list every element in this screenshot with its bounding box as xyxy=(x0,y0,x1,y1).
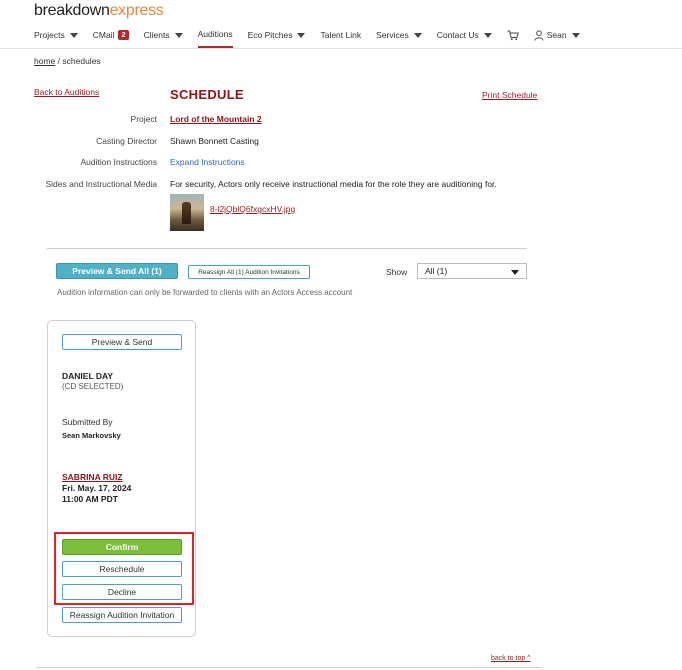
back-to-top-link[interactable]: back to top ^ xyxy=(491,655,530,662)
page-title: SCHEDULE xyxy=(170,87,244,102)
nav-contact-us-label: Contact Us xyxy=(436,30,479,40)
media-file-link[interactable]: 8-l2jQblQ6fxgcxHV.jpg xyxy=(210,204,295,214)
sides-media-note: For security, Actors only receive instru… xyxy=(170,179,497,189)
nav-services[interactable]: Services xyxy=(376,28,422,42)
header-divider xyxy=(0,48,682,49)
appointment-date: Fri. May. 17, 2024 xyxy=(62,483,132,493)
nav-auditions-label: Auditions xyxy=(197,28,233,39)
nav-talent-link-label: Talent Link xyxy=(320,30,362,40)
appointment-time: 11:00 AM PDT xyxy=(62,494,118,504)
nav-contact-us[interactable]: Contact Us xyxy=(437,28,492,42)
show-filter-value: All (1) xyxy=(425,266,448,276)
chevron-down-icon xyxy=(174,32,183,38)
section-divider xyxy=(47,248,527,249)
nav-user-label: Sean xyxy=(546,30,567,40)
nav-talent-link[interactable]: Talent Link xyxy=(320,28,361,42)
chevron-down-icon xyxy=(297,32,306,38)
appointment-name-link[interactable]: SABRINA RUIZ xyxy=(62,472,123,482)
sides-media-label: Sides and Instructional Media xyxy=(45,179,157,189)
nav-services-label: Services xyxy=(376,30,409,40)
project-link[interactable]: Lord of the Mountain 2 xyxy=(170,114,262,124)
submitted-by-label: Submitted By xyxy=(62,417,113,427)
chevron-down-icon xyxy=(483,32,492,38)
brand-logo-part1: breakdown xyxy=(34,2,110,19)
breadcrumb: home / schedules xyxy=(34,56,101,66)
project-label: Project xyxy=(130,114,157,124)
nav-projects-label: Projects xyxy=(34,30,65,40)
talent-status: (CD SELECTED) xyxy=(62,382,124,391)
casting-director-label: Casting Director xyxy=(96,136,157,146)
highlight-box xyxy=(54,532,194,605)
nav-cmail-label: CMail xyxy=(92,30,115,40)
brand-logo[interactable]: breakdownexpress xyxy=(34,2,164,20)
breadcrumb-home-link[interactable]: home xyxy=(34,56,55,66)
show-filter-label: Show xyxy=(386,267,408,277)
breadcrumb-separator: / xyxy=(57,56,61,66)
user-icon xyxy=(534,29,544,41)
thumbnail-figure xyxy=(182,202,191,224)
nav-cmail[interactable]: CMail 2 xyxy=(93,28,129,42)
print-schedule-link[interactable]: Print Schedule xyxy=(482,90,537,100)
chevron-down-icon xyxy=(69,32,78,38)
preview-send-all-button[interactable]: Preview & Send All (1) xyxy=(56,263,178,279)
preview-send-button[interactable]: Preview & Send xyxy=(62,334,182,350)
nav-eco-pitches[interactable]: Eco Pitches xyxy=(248,28,306,42)
breadcrumb-current: schedules xyxy=(62,56,101,66)
cart-icon xyxy=(507,30,519,40)
nav-user-menu[interactable]: Sean xyxy=(534,28,580,42)
footer-divider xyxy=(36,667,542,668)
main-nav: Projects CMail 2 Clients Auditions Eco P… xyxy=(34,28,682,48)
chevron-down-icon xyxy=(413,32,422,38)
media-thumbnail[interactable] xyxy=(170,194,204,231)
audition-instructions-label: Audition Instructions xyxy=(80,157,157,167)
chevron-down-icon xyxy=(511,270,519,275)
nav-eco-pitches-label: Eco Pitches xyxy=(247,30,293,40)
nav-clients-label: Clients xyxy=(143,30,170,40)
cmail-count-badge: 2 xyxy=(118,30,129,40)
talent-name: DANIEL DAY xyxy=(62,371,114,381)
reassign-all-button[interactable]: Reassign All (1) Audition Invitations xyxy=(188,265,310,279)
brand-logo-part2: express xyxy=(109,2,164,19)
cart-button[interactable] xyxy=(507,28,519,42)
back-to-auditions-link[interactable]: Back to Auditions xyxy=(34,87,99,97)
forwarding-note: Audition information can only be forward… xyxy=(57,288,353,297)
show-filter-select[interactable]: All (1) xyxy=(417,263,527,279)
nav-auditions[interactable]: Auditions xyxy=(197,28,233,48)
casting-director-value: Shawn Bonnett Casting xyxy=(170,136,259,146)
reassign-invitation-button[interactable]: Reassign Audition Invitation xyxy=(62,607,182,623)
submitted-by-name: Sean Markovsky xyxy=(62,431,121,440)
chevron-down-icon xyxy=(571,32,580,38)
expand-instructions-link[interactable]: Expand Instructions xyxy=(170,157,245,167)
nav-clients[interactable]: Clients xyxy=(144,28,183,42)
nav-projects[interactable]: Projects xyxy=(34,28,78,42)
